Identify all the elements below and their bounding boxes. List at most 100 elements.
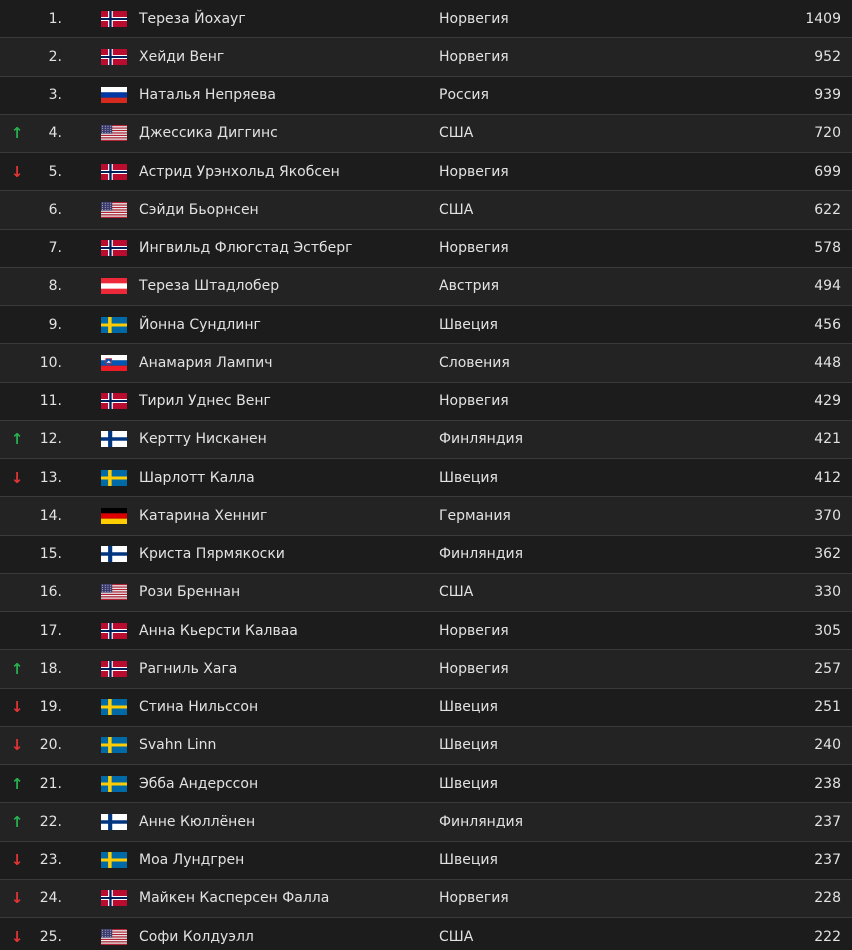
- table-row[interactable]: ↓ 23. Моа Лундгрен Швеция 237: [0, 841, 852, 880]
- rank-number: 8.: [48, 278, 62, 295]
- finland-flag-icon: [101, 431, 127, 448]
- germany-flag-icon: [101, 507, 127, 524]
- rank-number: 1.: [48, 10, 62, 27]
- arrow-down-icon: ↓: [10, 927, 24, 946]
- norway-flag-icon: [101, 240, 127, 257]
- athlete-name[interactable]: Эбба Андерссон: [139, 776, 258, 792]
- table-row[interactable]: 3. Наталья Непряева Россия 939: [0, 76, 852, 115]
- country-name: Германия: [439, 507, 511, 524]
- arrow-up-icon: ↑: [10, 774, 24, 793]
- points-value: 421: [814, 431, 841, 448]
- athlete-name[interactable]: Тереза Штадлобер: [139, 278, 279, 294]
- table-row[interactable]: ↑ 18. Рагниль Хага Норвегия 257: [0, 650, 852, 689]
- points-value: 237: [814, 852, 841, 869]
- table-row[interactable]: 8. Тереза Штадлобер Австрия 494: [0, 267, 852, 306]
- athlete-name[interactable]: Тереза Йохауг: [139, 11, 246, 27]
- standings-table: 1. Тереза Йохауг Норвегия 1409 2. Хейди Венг Н…: [0, 0, 852, 950]
- country-name: Россия: [439, 87, 489, 104]
- usa-flag-icon: [101, 928, 127, 945]
- athlete-name[interactable]: Ингвильд Флюгстад Эстберг: [139, 240, 352, 256]
- austria-flag-icon: [101, 278, 127, 295]
- athlete-name[interactable]: Стина Нильссон: [139, 699, 258, 715]
- points-value: 222: [814, 928, 841, 945]
- table-row[interactable]: 9. Йонна Сундлинг Швеция 456: [0, 306, 852, 345]
- table-row[interactable]: 2. Хейди Венг Норвегия 952: [0, 38, 852, 77]
- table-row[interactable]: ↓ 19. Стина Нильссон Швеция 251: [0, 688, 852, 727]
- athlete-name[interactable]: Астрид Урэнхольд Якобсен: [139, 164, 340, 180]
- points-value: 257: [814, 660, 841, 677]
- sweden-flag-icon: [101, 699, 127, 716]
- table-row[interactable]: 16. Рози Бреннан США 330: [0, 573, 852, 612]
- table-row[interactable]: 14. Катарина Хенниг Германия 370: [0, 497, 852, 536]
- athlete-name[interactable]: Хейди Венг: [139, 49, 224, 65]
- country-name: Норвегия: [439, 890, 509, 907]
- country-name: Финляндия: [439, 431, 524, 448]
- points-value: 429: [814, 393, 841, 410]
- table-row[interactable]: ↑ 22. Анне Кюллёнен Финляндия 237: [0, 803, 852, 842]
- table-row[interactable]: 10. Анамария Лампич Словения 448: [0, 344, 852, 383]
- points-value: 622: [814, 201, 841, 218]
- country-name: Словения: [439, 354, 510, 371]
- sweden-flag-icon: [101, 316, 127, 333]
- table-row[interactable]: 6. Сэйди Бьорнсен США 622: [0, 191, 852, 230]
- athlete-name[interactable]: Рози Бреннан: [139, 584, 240, 600]
- points-value: 456: [814, 316, 841, 333]
- athlete-name[interactable]: Майкен Касперсен Фалла: [139, 890, 329, 906]
- rank-number: 22.: [39, 813, 62, 830]
- table-row[interactable]: 15. Криста Пярмякоски Финляндия 362: [0, 535, 852, 574]
- rank-number: 19.: [39, 699, 62, 716]
- table-row[interactable]: 7. Ингвильд Флюгстад Эстберг Норвегия 578: [0, 229, 852, 268]
- country-name: США: [439, 201, 474, 218]
- rank-number: 4.: [48, 125, 62, 142]
- norway-flag-icon: [101, 48, 127, 65]
- athlete-name[interactable]: Сэйди Бьорнсен: [139, 202, 259, 218]
- points-value: 952: [814, 48, 841, 65]
- table-row[interactable]: ↓ 13. Шарлотт Калла Швеция 412: [0, 459, 852, 498]
- athlete-name[interactable]: Софи Колдуэлл: [139, 929, 254, 945]
- athlete-name[interactable]: Анне Кюллёнен: [139, 814, 255, 830]
- athlete-name[interactable]: Рагниль Хага: [139, 661, 237, 677]
- points-value: 412: [814, 469, 841, 486]
- athlete-name[interactable]: Наталья Непряева: [139, 87, 276, 103]
- arrow-down-icon: ↓: [10, 698, 24, 717]
- points-value: 370: [814, 507, 841, 524]
- table-row[interactable]: ↓ 24. Майкен Касперсен Фалла Норвегия 228: [0, 879, 852, 918]
- athlete-name[interactable]: Йонна Сундлинг: [139, 317, 261, 333]
- athlete-name[interactable]: Svahn Linn: [139, 737, 216, 753]
- points-value: 240: [814, 737, 841, 754]
- rank-number: 9.: [48, 316, 62, 333]
- athlete-name[interactable]: Анамария Лампич: [139, 355, 273, 371]
- athlete-name[interactable]: Анна Кьерсти Калваа: [139, 623, 298, 639]
- rank-number: 2.: [48, 48, 62, 65]
- norway-flag-icon: [101, 163, 127, 180]
- table-row[interactable]: ↓ 20. Svahn Linn Швеция 240: [0, 726, 852, 765]
- sweden-flag-icon: [101, 737, 127, 754]
- points-value: 238: [814, 775, 841, 792]
- arrow-down-icon: ↓: [10, 468, 24, 487]
- table-row[interactable]: 11. Тирил Уднес Венг Норвегия 429: [0, 382, 852, 421]
- country-name: Швеция: [439, 852, 498, 869]
- norway-flag-icon: [101, 660, 127, 677]
- athlete-name[interactable]: Тирил Уднес Венг: [139, 393, 271, 409]
- athlete-name[interactable]: Катарина Хенниг: [139, 508, 267, 524]
- table-row[interactable]: ↓ 5. Астрид Урэнхольд Якобсен Норвегия 699: [0, 153, 852, 192]
- rank-number: 14.: [39, 507, 62, 524]
- table-row[interactable]: 17. Анна Кьерсти Калваа Норвегия 305: [0, 612, 852, 651]
- table-row[interactable]: ↑ 12. Кертту Нисканен Финляндия 421: [0, 420, 852, 459]
- country-name: Швеция: [439, 737, 498, 754]
- points-value: 720: [814, 125, 841, 142]
- rank-number: 3.: [48, 87, 62, 104]
- table-row[interactable]: ↑ 21. Эбба Андерссон Швеция 238: [0, 765, 852, 804]
- rank-number: 17.: [39, 622, 62, 639]
- table-row[interactable]: 1. Тереза Йохауг Норвегия 1409: [0, 0, 852, 39]
- athlete-name[interactable]: Кертту Нисканен: [139, 431, 267, 447]
- athlete-name[interactable]: Джессика Диггинс: [139, 125, 278, 141]
- table-row[interactable]: ↑ 4. Джессика Диггинс США 720: [0, 114, 852, 153]
- athlete-name[interactable]: Шарлотт Калла: [139, 470, 255, 486]
- country-name: Норвегия: [439, 240, 509, 257]
- table-row[interactable]: ↓ 25. Софи Колдуэлл США 222: [0, 918, 852, 950]
- athlete-name[interactable]: Криста Пярмякоски: [139, 546, 285, 562]
- athlete-name[interactable]: Моа Лундгрен: [139, 852, 244, 868]
- points-value: 448: [814, 354, 841, 371]
- rank-number: 6.: [48, 201, 62, 218]
